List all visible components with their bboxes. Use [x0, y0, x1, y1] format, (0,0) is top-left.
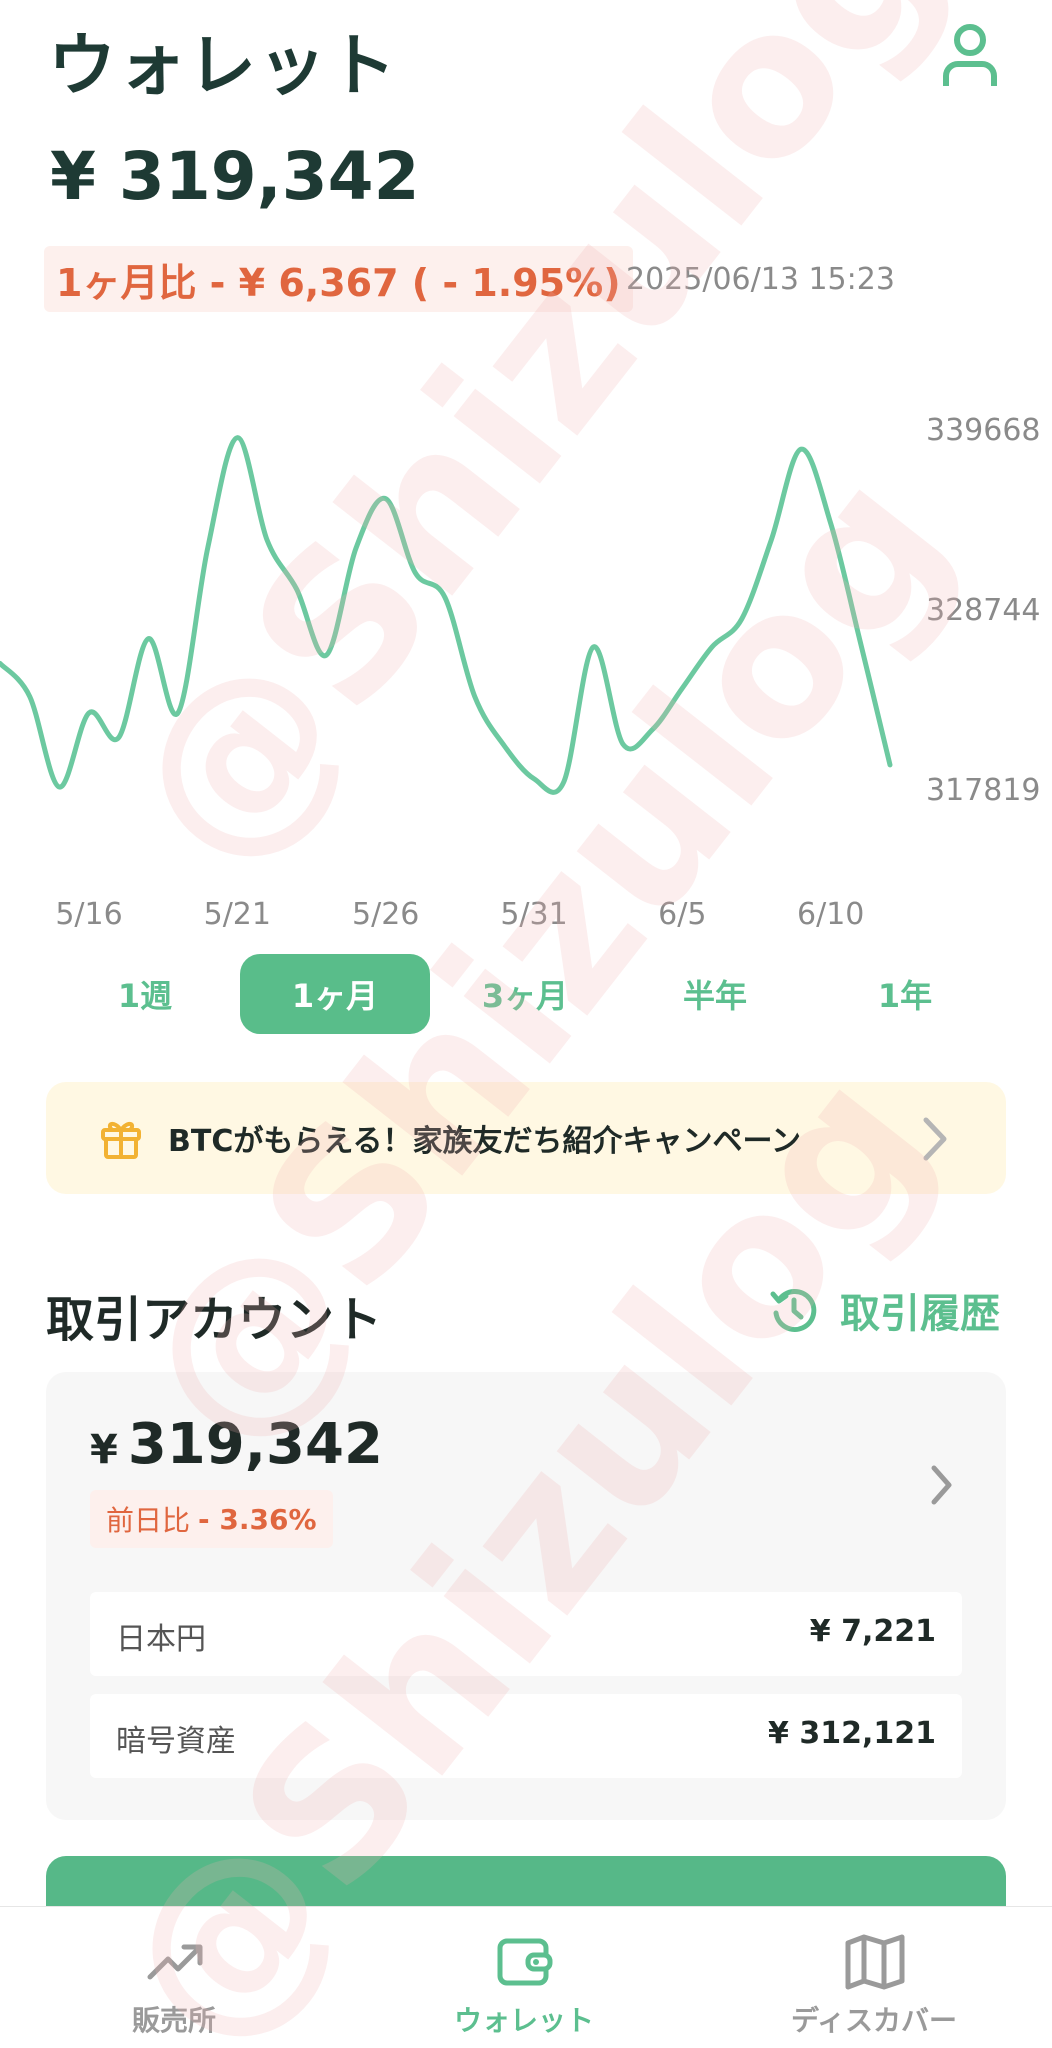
user-profile-icon[interactable] [940, 22, 1000, 88]
trade-history-label: 取引履歴 [840, 1291, 1000, 1337]
total-balance: ¥ 319,342 [50, 138, 420, 215]
map-icon [845, 1934, 905, 1990]
period-tabs: 1週 1ヶ月 3ヶ月 半年 1年 [50, 954, 1000, 1034]
jpy-label: 日本円 [116, 1622, 206, 1657]
y-tick-label: 328744 [926, 593, 1041, 628]
x-tick-label: 5/16 [55, 897, 122, 932]
y-tick-label: 339668 [926, 413, 1041, 448]
period-tab-3m[interactable]: 3ヶ月 [430, 954, 620, 1034]
day-change-label: 前日比 [106, 1504, 191, 1537]
period-tab-6m[interactable]: 半年 [620, 954, 810, 1034]
update-timestamp: 2025/06/13 15:23 [626, 262, 895, 297]
period-tab-1y[interactable]: 1年 [810, 954, 1000, 1034]
bottom-navigation: 販売所 ウォレット ディスカバー [0, 1906, 1052, 2048]
crypto-row: 暗号資産 ¥ 312,121 [90, 1694, 962, 1778]
nav-label-exchange: 販売所 [131, 2004, 216, 2037]
wallet-icon [497, 1938, 553, 1986]
crypto-label: 暗号資産 [116, 1724, 236, 1759]
campaign-text: BTCがもらえる！家族友だち紹介キャンペーン [168, 1124, 801, 1159]
period-tab-1m[interactable]: 1ヶ月 [240, 954, 430, 1034]
x-tick-label: 6/10 [797, 897, 864, 932]
referral-campaign-banner[interactable]: BTCがもらえる！家族友だち紹介キャンペーン [46, 1082, 1006, 1194]
trend-up-icon [147, 1944, 203, 1980]
history-icon [770, 1289, 817, 1332]
x-tick-label: 6/5 [658, 897, 706, 932]
chevron-right-icon [923, 1117, 947, 1161]
trade-history-link[interactable]: 取引履歴 [770, 1282, 1000, 1338]
y-tick-label: 317819 [926, 773, 1041, 808]
nav-item-exchange[interactable]: 販売所 [44, 1907, 304, 2048]
day-change-value: - 3.36% [198, 1502, 317, 1536]
jpy-value: ¥ 7,221 [809, 1614, 936, 1649]
chart-series-line [0, 435, 893, 795]
x-tick-label: 5/21 [204, 897, 271, 932]
monthly-change-badge: 1ヶ月比 - ¥ 6,367 ( - 1.95%) [44, 246, 633, 312]
balance-line-chart[interactable]: 339668 328744 317819 5/16 5/21 5/26 5/31 6/5 6/… [0, 380, 1052, 940]
gift-icon [101, 1122, 141, 1159]
nav-item-wallet[interactable]: ウォレット [394, 1907, 654, 2048]
jpy-row: 日本円 ¥ 7,221 [90, 1592, 962, 1676]
nav-item-discover[interactable]: ディスカバー [744, 1907, 1004, 2048]
period-tab-1w[interactable]: 1週 [50, 954, 240, 1034]
x-tick-label: 5/26 [352, 897, 419, 932]
x-tick-label: 5/31 [500, 897, 567, 932]
yen-symbol: ¥ [90, 1427, 118, 1473]
account-balance: ¥319,342 [90, 1412, 383, 1477]
nav-label-wallet: ウォレット [453, 2004, 594, 2037]
trading-account-title: 取引アカウント [46, 1292, 383, 1348]
crypto-value: ¥ 312,121 [768, 1716, 936, 1751]
chevron-right-icon [931, 1465, 952, 1505]
trading-account-card[interactable]: ¥319,342 前日比 - 3.36% 日本円 ¥ 7,221 暗号資産 ¥ 3… [46, 1372, 1006, 1820]
day-change-badge: 前日比 - 3.36% [90, 1490, 333, 1548]
nav-label-discover: ディスカバー [790, 2004, 958, 2037]
page-title: ウォレット [48, 27, 399, 106]
account-balance-value: 319,342 [127, 1412, 383, 1477]
